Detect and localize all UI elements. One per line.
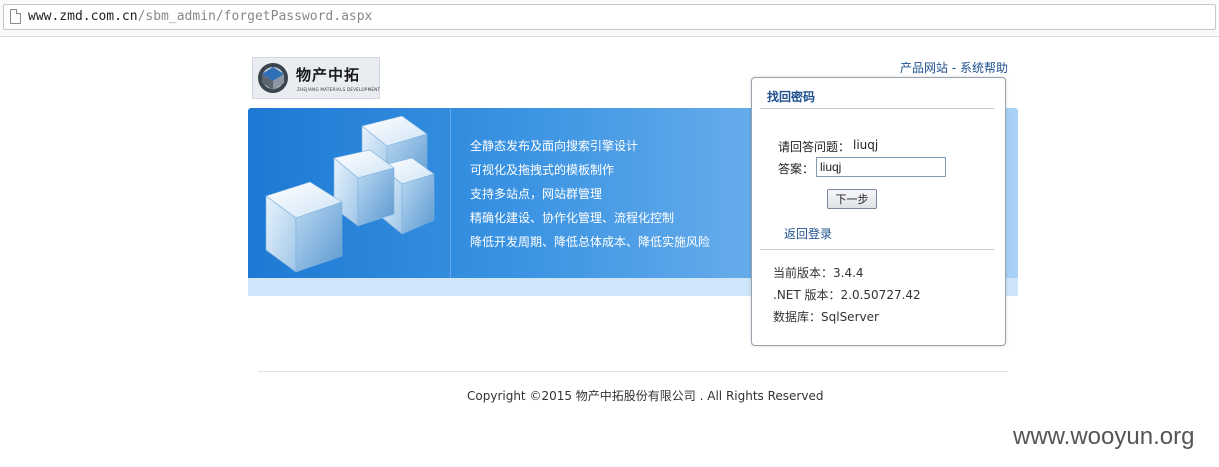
banner-divider — [450, 108, 451, 278]
logo-text: 物产中拓 — [296, 66, 361, 84]
question-value: liuqj — [853, 138, 879, 152]
cubes-illustration — [265, 116, 435, 273]
logo-mark-icon — [258, 63, 288, 93]
forget-password-panel: 找回密码 请回答问题： liuqj 答案： 下一步 返回登录 当前版本：3.4.… — [751, 77, 1006, 346]
system-help-link[interactable]: 系统帮助 — [960, 61, 1008, 75]
copyright-text: Copyright ©2015 物产中拓股份有限公司 . All Rights … — [467, 389, 824, 403]
panel-title: 找回密码 — [767, 90, 816, 104]
url-field[interactable]: www.zmd.com.cn/sbm_admin/forgetPassword.… — [3, 4, 1216, 30]
company-logo: 物产中拓 ZHEJIANG MATERIALS DEVELOPMENT — [252, 57, 380, 99]
logo-subtext: ZHEJIANG MATERIALS DEVELOPMENT — [297, 87, 381, 92]
feature-item: 精确化建设、协作化管理、流程化控制 — [470, 211, 675, 225]
answer-label: 答案： — [778, 162, 815, 176]
answer-input[interactable] — [816, 157, 946, 177]
divider — [760, 108, 994, 109]
feature-item: 可视化及拖拽式的模板制作 — [470, 163, 615, 177]
feature-item: 降低开发周期、降低总体成本、降低实施风险 — [470, 235, 711, 249]
divider — [760, 249, 994, 250]
footer-divider — [258, 371, 1008, 372]
url-host: www.zmd.com.cn — [28, 9, 138, 24]
browser-address-bar: www.zmd.com.cn/sbm_admin/forgetPassword.… — [0, 0, 1219, 37]
feature-list: 全静态发布及面向搜索引擎设计 可视化及拖拽式的模板制作 支持多站点，网站群管理 … — [470, 138, 710, 258]
page-icon — [10, 9, 21, 24]
back-to-login-link[interactable]: 返回登录 — [784, 225, 832, 242]
feature-item: 全静态发布及面向搜索引擎设计 — [470, 139, 639, 153]
feature-item: 支持多站点，网站群管理 — [470, 187, 603, 201]
question-label: 请回答问题： — [778, 140, 851, 154]
watermark: www.wooyun.org — [1013, 423, 1195, 450]
database-info: 数据库：SqlServer — [773, 310, 879, 324]
url-path: /sbm_admin/forgetPassword.aspx — [137, 9, 373, 24]
current-version: 当前版本：3.4.4 — [773, 266, 864, 280]
next-step-button[interactable]: 下一步 — [827, 189, 877, 209]
net-version: .NET 版本：2.0.50727.42 — [773, 288, 921, 302]
url-text[interactable]: www.zmd.com.cn/sbm_admin/forgetPassword.… — [28, 9, 372, 24]
top-links: 产品网站 - 系统帮助 — [900, 59, 1008, 76]
product-site-link[interactable]: 产品网站 — [900, 61, 948, 75]
link-separator: - — [948, 61, 960, 75]
